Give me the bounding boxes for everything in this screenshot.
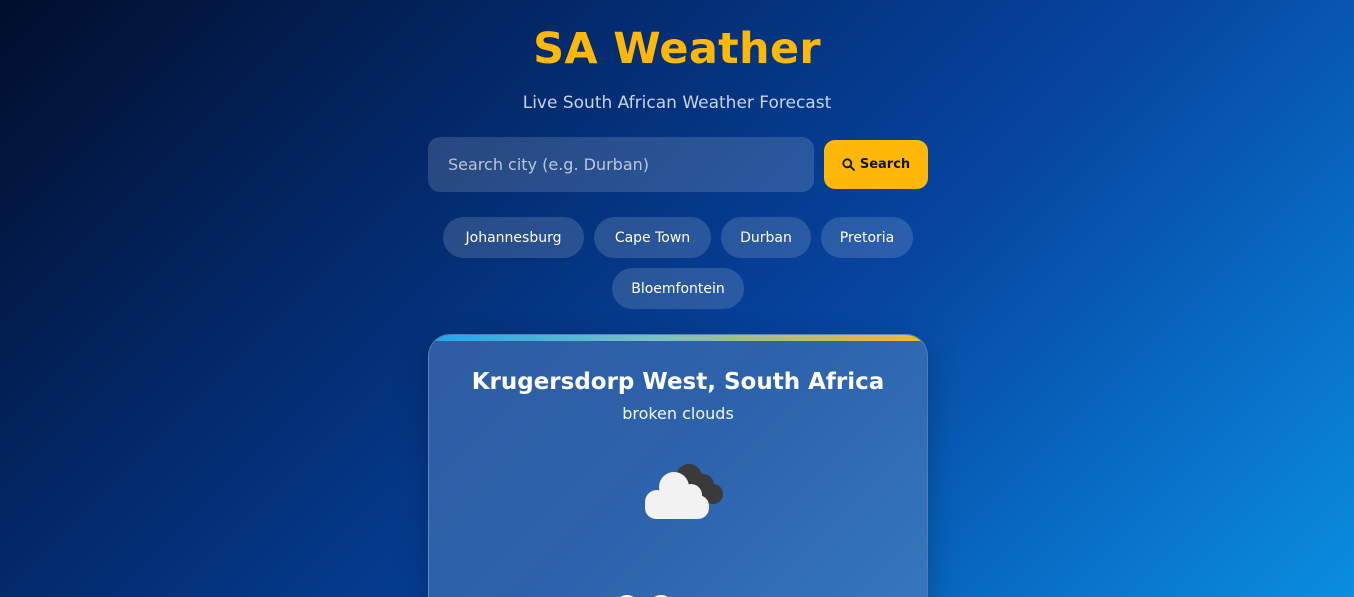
- city-chip-label: Johannesburg: [465, 229, 562, 246]
- city-chip-johannesburg[interactable]: Johannesburg: [443, 217, 584, 258]
- app-subtitle: Live South African Weather Forecast: [522, 93, 832, 113]
- weather-description: broken clouds: [622, 404, 734, 423]
- city-chip-label: Cape Town: [614, 229, 691, 246]
- broken-clouds-icon: [629, 455, 729, 525]
- search-bar: Search: [428, 137, 928, 192]
- weather-location: Krugersdorp West, South Africa: [471, 369, 885, 395]
- card-accent-bar: [429, 335, 927, 341]
- weather-card: Krugersdorp West, South Africa broken cl…: [428, 334, 928, 597]
- city-chip-bloemfontein[interactable]: Bloemfontein: [612, 268, 744, 309]
- city-chip-cape-town[interactable]: Cape Town: [594, 217, 711, 258]
- search-input[interactable]: [428, 137, 814, 192]
- city-chip-pretoria[interactable]: Pretoria: [821, 217, 913, 258]
- city-chip-label: Pretoria: [839, 229, 895, 246]
- search-button-label: Search: [859, 157, 911, 172]
- city-chip-label: Bloemfontein: [631, 280, 725, 297]
- search-icon: [842, 158, 855, 171]
- app-title: SA Weather: [533, 24, 821, 74]
- city-chip-label: Durban: [740, 229, 792, 246]
- temperature-clipped: [609, 590, 749, 597]
- search-button[interactable]: Search: [824, 140, 928, 189]
- city-chip-durban[interactable]: Durban: [721, 217, 811, 258]
